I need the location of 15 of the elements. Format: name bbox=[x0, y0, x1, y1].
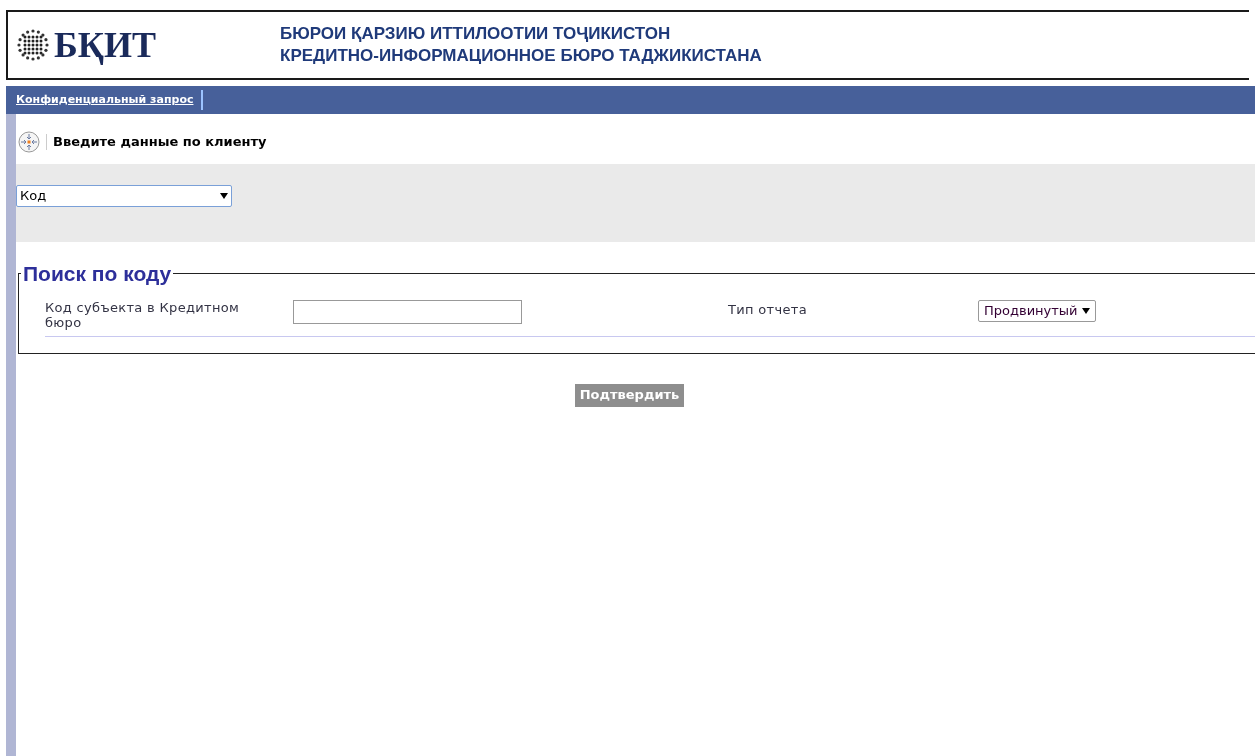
compress-icon bbox=[18, 131, 40, 153]
caret-icon bbox=[1081, 306, 1090, 315]
section-title: Введите данные по клиенту bbox=[53, 133, 267, 152]
field-label: Тип отчета bbox=[728, 301, 808, 317]
select-field[interactable]: Продвинутый bbox=[978, 299, 1096, 322]
nav-link[interactable]: Конфиденциальный запрос bbox=[16, 90, 204, 110]
input-field[interactable] bbox=[293, 299, 522, 324]
select-field[interactable]: Код bbox=[16, 185, 232, 207]
header-title: КРЕДИТНО-ИНФОРМАЦИОННОЕ БЮРО ТАДЖИКИСТАНА bbox=[280, 45, 762, 67]
fieldset-legend: Поиск по коду bbox=[21, 258, 174, 290]
logo-text: БҚИТ bbox=[54, 27, 156, 63]
logo-icon bbox=[16, 28, 50, 62]
caret-icon bbox=[220, 192, 228, 200]
field-label: Код субъекта в Кредитном бюро bbox=[45, 299, 241, 330]
header-title: БЮРОИ ҚАРЗИЮ ИТТИЛООТИИ ТОҶИКИСТОН bbox=[280, 23, 672, 45]
